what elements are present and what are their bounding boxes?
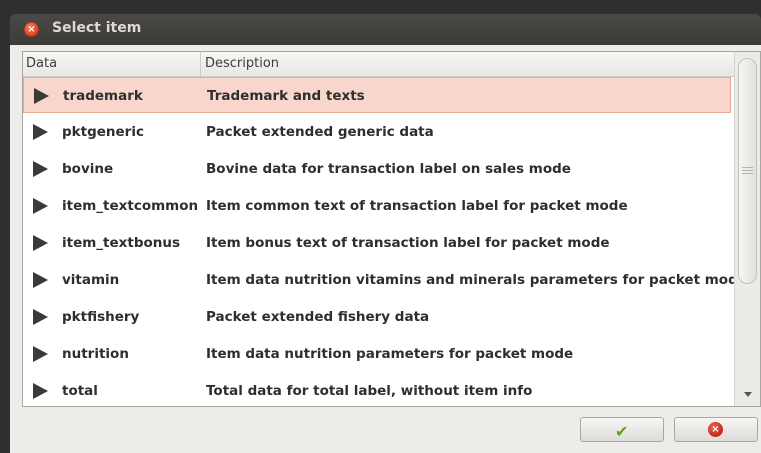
title-bar[interactable]: × Select item <box>10 14 761 45</box>
row-data-name: item_textbonus <box>62 235 181 251</box>
expander-arrow-icon[interactable] <box>33 272 48 288</box>
table-row[interactable]: bovine Bovine data for transaction label… <box>23 151 731 187</box>
column-header-description[interactable]: Description <box>205 56 279 71</box>
expander-arrow-icon[interactable] <box>33 198 48 214</box>
row-description: Item bonus text of transaction label for… <box>206 235 610 251</box>
row-data-name: item_textcommon <box>62 198 199 214</box>
row-description: Packet extended generic data <box>206 124 434 140</box>
row-data-name: nutrition <box>62 346 129 362</box>
table-row[interactable]: total Total data for total label, withou… <box>23 373 731 406</box>
row-data-name: pktfishery <box>62 309 140 325</box>
table-row[interactable]: pktgeneric Packet extended generic data <box>23 114 731 150</box>
expander-arrow-icon[interactable] <box>34 88 49 104</box>
table-row[interactable]: trademark Trademark and texts <box>23 77 731 113</box>
row-data-name: total <box>62 383 98 399</box>
thumb-grip <box>742 173 753 174</box>
row-data-name: trademark <box>63 88 143 104</box>
expander-arrow-icon[interactable] <box>33 161 48 177</box>
row-description: Item data nutrition vitamins and mineral… <box>206 272 747 288</box>
table-row[interactable]: vitamin Item data nutrition vitamins and… <box>23 262 747 298</box>
item-list[interactable]: Data Description trademark Trademark and… <box>22 51 761 407</box>
expander-arrow-icon[interactable] <box>33 383 48 399</box>
dialog-body: Data Description trademark Trademark and… <box>10 45 761 453</box>
ok-button[interactable]: ✔ <box>580 417 664 442</box>
check-icon: ✔ <box>615 422 629 441</box>
table-row[interactable]: item_textcommon Item common text of tran… <box>23 188 731 224</box>
expander-arrow-icon[interactable] <box>33 346 48 362</box>
row-description: Item data nutrition parameters for packe… <box>206 346 574 362</box>
cancel-button[interactable]: × <box>674 417 758 442</box>
window-close-icon[interactable]: × <box>24 22 39 37</box>
vertical-scrollbar[interactable] <box>734 52 760 406</box>
table-row[interactable]: nutrition Item data nutrition parameters… <box>23 336 731 372</box>
row-data-name: pktgeneric <box>62 124 144 140</box>
scroll-thumb[interactable] <box>738 58 757 284</box>
thumb-grip <box>742 167 753 168</box>
scroll-down-arrow-icon[interactable] <box>744 392 752 397</box>
table-row[interactable]: item_textbonus Item bonus text of transa… <box>23 225 731 261</box>
column-header-data[interactable]: Data <box>26 56 57 71</box>
row-description: Total data for total label, without item… <box>206 383 533 399</box>
expander-arrow-icon[interactable] <box>33 124 48 140</box>
row-description: Trademark and texts <box>207 88 365 104</box>
expander-arrow-icon[interactable] <box>33 309 48 325</box>
thumb-grip <box>742 170 753 171</box>
row-description: Item common text of transaction label fo… <box>206 198 628 214</box>
table-row[interactable]: pktfishery Packet extended fishery data <box>23 299 731 335</box>
cancel-icon: × <box>708 422 723 437</box>
row-description: Bovine data for transaction label on sal… <box>206 161 571 177</box>
list-header: Data Description <box>23 52 734 77</box>
row-data-name: vitamin <box>62 272 120 288</box>
window-title: Select item <box>52 20 142 36</box>
column-separator <box>200 52 201 76</box>
expander-arrow-icon[interactable] <box>33 235 48 251</box>
row-data-name: bovine <box>62 161 114 177</box>
row-description: Packet extended fishery data <box>206 309 430 325</box>
